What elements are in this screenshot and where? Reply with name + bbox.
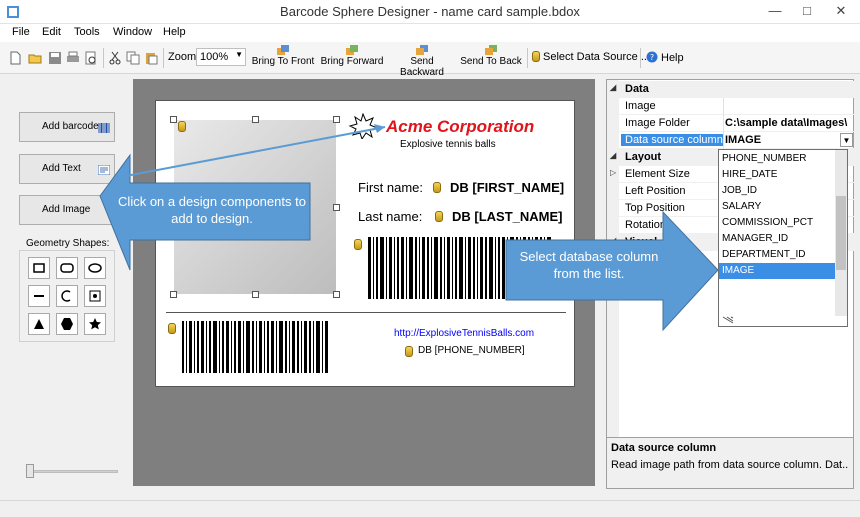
right-callout-text: Select database column from the list. xyxy=(519,249,659,281)
left-callout-text: Click on a design components to add to d… xyxy=(118,194,306,226)
callout-arrows xyxy=(99,124,719,332)
pointer-arrowhead xyxy=(374,124,385,133)
pointer-line xyxy=(114,126,386,179)
